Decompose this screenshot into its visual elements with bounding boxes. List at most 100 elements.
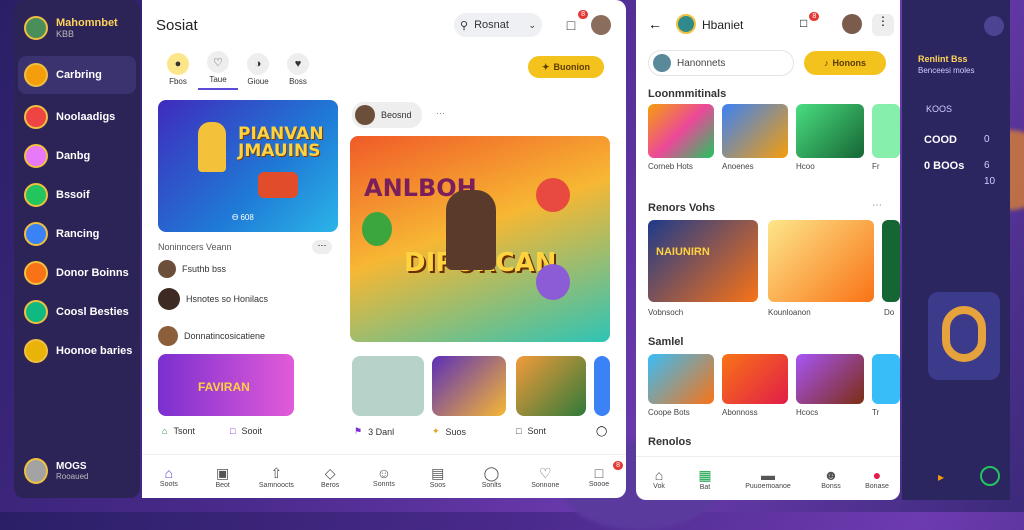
comment-icon: □ — [516, 426, 522, 436]
action-item[interactable]: ⌂ Tsont — [162, 426, 195, 436]
nav-item-2[interactable]: ▬ Puuoemoanoe — [733, 467, 803, 490]
bottom-nav: ⌂ Soots ▣ Beot ⇧ Samnoocts ◇ Beros ☺ Sonnts ▤… — [142, 454, 626, 498]
smile-icon: ☺ — [376, 465, 392, 481]
section-title: Renors Vohs — [648, 202, 716, 214]
nav-item-1[interactable]: ▣ Beot — [205, 465, 241, 489]
nav-item-7[interactable]: ♡ Sonnone — [527, 465, 563, 489]
action-label: 3 Danl — [368, 426, 395, 437]
featured-card-1[interactable]: PIANVAN JMAUINS Ɵ 608 — [158, 100, 338, 232]
nav-label: Bonase — [865, 483, 889, 490]
creator-chip[interactable]: Beosnd — [352, 102, 422, 128]
nav-item-6[interactable]: ◯ Sonlts — [473, 465, 509, 489]
sidebar-item-6[interactable]: Coosl Besties — [14, 293, 140, 331]
creature-illustration — [362, 212, 392, 246]
next-icon[interactable]: ▸ — [938, 470, 944, 484]
thumbnail[interactable] — [722, 354, 788, 404]
video-thumbnail[interactable]: FAVIRAN — [158, 354, 294, 416]
nav-item-1[interactable]: ▦ Bat — [687, 467, 723, 491]
thumbnail-caption: Fr — [872, 162, 880, 171]
more-icon[interactable]: ⋯ — [312, 240, 332, 254]
more-icon[interactable]: ⋮ — [872, 14, 894, 36]
thumbnail-caption: Hcoo — [796, 162, 815, 171]
action-item[interactable]: ✦ Suos — [432, 426, 466, 437]
notifications-button[interactable]: □ 8 — [560, 10, 588, 36]
page-title: Sosiat — [156, 16, 198, 34]
nav-item-home[interactable]: ⌂ Vok — [641, 467, 677, 490]
sidebar-item-0[interactable]: Carbring — [18, 56, 136, 94]
video-thumbnail[interactable] — [352, 356, 424, 416]
nav-item-5[interactable]: ▤ Soos — [420, 465, 456, 489]
section-title: Noninncers Veann — [158, 242, 232, 252]
featured-card-2[interactable]: ANLBOH DIPURCAN — [350, 136, 610, 342]
sidebar-profile[interactable]: MOGS Rooaued — [24, 458, 88, 484]
preview-card[interactable] — [928, 292, 1000, 380]
profile-avatar-button[interactable] — [590, 14, 612, 36]
panel-title: Hbaniet — [702, 18, 744, 32]
bookmark-icon[interactable]: □ 8 — [800, 12, 820, 30]
sidebar-item-2[interactable]: Danbg — [14, 137, 140, 175]
list-item[interactable]: Hsnotes so Honilacs — [158, 288, 268, 310]
stat-row: 0 BOOs — [924, 160, 965, 172]
sidebar-item-7[interactable]: Hoonoe baries — [14, 332, 140, 370]
video-thumbnail[interactable] — [432, 356, 506, 416]
avatar — [24, 339, 48, 363]
thumbnail[interactable] — [722, 104, 788, 158]
comment-icon[interactable]: ◯ — [596, 426, 607, 437]
list-item[interactable]: Donnatincosicatiene — [158, 326, 265, 346]
thumbnail[interactable] — [796, 104, 864, 158]
nav-item-3[interactable]: ◇ Beros — [312, 465, 348, 489]
action-label: Suos — [445, 426, 467, 437]
nav-item-3[interactable]: ☻ Bonss — [813, 467, 849, 490]
section-title: Renolos — [648, 436, 692, 448]
avatar[interactable] — [984, 16, 1004, 36]
thumbnail[interactable] — [882, 220, 900, 302]
stat-value: 10 — [984, 176, 996, 187]
sidebar-brand[interactable]: Mahomnbet KBB — [14, 10, 140, 46]
card-title: FAVIRAN — [198, 380, 250, 394]
nav-item-4[interactable]: ☺ Sonnts — [366, 465, 402, 488]
video-thumbnail[interactable] — [516, 356, 586, 416]
sidebar-item-label: Rancing — [56, 228, 100, 240]
more-icon[interactable]: ⋯ — [872, 200, 882, 211]
sidebar-item-3[interactable]: Bssoif — [14, 176, 140, 214]
action-item[interactable]: ⚑ 3 Danl — [354, 426, 394, 437]
decorative-shape — [942, 306, 986, 362]
thumbnail[interactable] — [872, 104, 900, 158]
cta-label: Honons — [832, 58, 867, 68]
thumbnail[interactable] — [648, 104, 714, 158]
sidebar-item-label: Hoonoe baries — [56, 345, 133, 357]
thumbnail[interactable]: NAIUNIRN — [648, 220, 758, 302]
sidebar-item-1[interactable]: Noolaadigs — [14, 98, 140, 136]
tab-1[interactable]: ♡ Taue — [198, 51, 238, 90]
tab-2[interactable]: ◑ Gioue — [238, 53, 278, 90]
nav-item-home[interactable]: ⌂ Soots — [151, 465, 187, 488]
video-thumbnail[interactable] — [594, 356, 610, 416]
cta-button[interactable]: ♪ Honons — [804, 51, 886, 75]
tab-0[interactable]: ● Fbos — [158, 53, 198, 90]
list-item[interactable]: Fsuthb bss — [158, 260, 226, 278]
brand-subtitle: KBB — [56, 29, 75, 39]
thumbnail[interactable] — [768, 220, 874, 302]
sidebar-item-5[interactable]: Donor Boinns — [14, 254, 140, 292]
action-item[interactable]: □ Sooit — [230, 426, 262, 436]
cta-button[interactable]: ✦ Buonion — [528, 56, 604, 78]
nav-item-2[interactable]: ⇧ Samnoocts — [258, 465, 294, 489]
thumbnail[interactable] — [872, 354, 900, 404]
back-arrow-icon[interactable]: ← — [648, 16, 662, 32]
sidebar-item-4[interactable]: Rancing — [14, 215, 140, 253]
search-input[interactable]: ⚲ Rosnat ⌄ — [454, 13, 542, 37]
tab-3[interactable]: ♥ Boss — [278, 53, 318, 90]
avatar — [355, 105, 375, 125]
thumbnail[interactable] — [648, 354, 714, 404]
action-item[interactable]: □ Sont — [516, 426, 546, 436]
more-icon[interactable]: ⋯ — [436, 108, 445, 119]
up-icon: ⇧ — [270, 464, 283, 481]
search-input[interactable]: Hanonnets — [648, 50, 794, 76]
creator-label: Beosnd — [381, 110, 412, 120]
nav-item-4[interactable]: ● Bonase — [859, 467, 895, 490]
refresh-icon[interactable] — [980, 466, 1000, 486]
avatar[interactable] — [842, 14, 862, 34]
nav-item-8[interactable]: □ 8 Soooe — [581, 461, 623, 488]
home-icon: ⌂ — [654, 467, 664, 483]
thumbnail[interactable] — [796, 354, 864, 404]
